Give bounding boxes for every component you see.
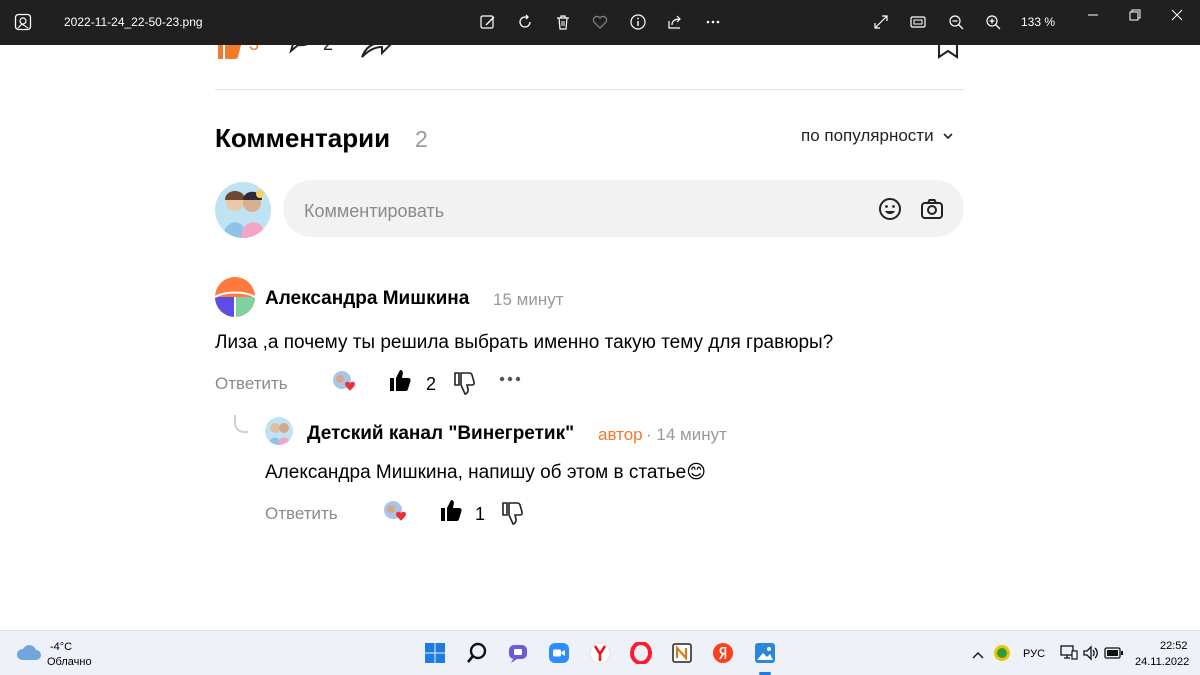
windows-start-icon[interactable] [422,640,448,666]
more-options-icon[interactable] [702,11,724,33]
post-actions-row: 3 2 [215,45,965,61]
weather-description[interactable]: Облачно [47,656,92,668]
photos-app-icon [14,13,32,31]
rotate-icon[interactable] [514,11,536,33]
language-indicator[interactable]: РУС [1023,648,1045,660]
sort-label: по популярности [801,126,934,145]
more-options-icon[interactable] [498,368,522,391]
author-liked-icon [332,370,356,394]
zoom-level[interactable]: 133 % [1021,15,1055,29]
taskbar: -4°C Облачно РУС 22:52 24.11.2022 [0,630,1200,675]
comment-time: · 14 минут [646,425,727,444]
comment-author[interactable]: Детский канал "Винегретик" [307,423,574,445]
clock-date[interactable]: 24.11.2022 [1135,656,1189,668]
comment-input[interactable]: Комментировать [283,180,964,237]
yandex-browser-icon[interactable] [587,640,613,666]
dislike-icon[interactable] [452,371,476,395]
chat-icon[interactable] [505,640,531,666]
emoji-icon[interactable] [877,196,903,222]
bookmark-icon[interactable] [933,45,963,61]
avatar[interactable] [265,417,293,445]
volume-icon[interactable] [1082,645,1100,666]
camera-icon[interactable] [919,196,945,222]
restore-icon[interactable] [1112,0,1158,30]
battery-icon[interactable] [1104,646,1124,665]
photos-app-icon[interactable] [752,640,778,666]
comment-bubble-icon[interactable] [287,45,317,59]
comment-input-placeholder: Комментировать [304,201,445,221]
zoom-out-icon[interactable] [945,11,967,33]
opera-icon[interactable] [628,640,654,666]
image-viewport: 3 2 Комментарии 2 по популярности Коммен… [0,45,1200,630]
dislike-icon[interactable] [500,501,524,525]
like-count: 1 [475,504,486,524]
reply-button[interactable]: Ответить [265,504,338,524]
avatar[interactable] [215,277,255,317]
comment-text: Александра Мишкина, напишу об этом в ста… [265,462,707,483]
favorite-heart-icon[interactable] [589,11,611,33]
chevron-up-icon[interactable] [972,647,984,665]
notion-icon[interactable] [669,640,695,666]
comments-title: Комментарии [215,123,391,153]
sort-dropdown[interactable]: по популярности [801,126,954,146]
reply-button[interactable]: Ответить [215,374,288,394]
author-liked-icon [383,500,407,524]
repost-icon[interactable] [360,45,392,61]
edit-image-icon[interactable] [477,11,499,33]
like-filled-icon[interactable] [439,499,463,523]
weather-temperature[interactable]: -4°C [50,641,72,653]
yandex-icon[interactable] [710,640,736,666]
comment-time: 15 минут [493,290,564,309]
zoom-in-icon[interactable] [982,11,1004,33]
section-divider [215,89,964,90]
file-name: 2022-11-24_22-50-23.png [64,15,203,29]
chevron-down-icon [943,133,953,140]
post-likes-count: 3 [249,45,259,55]
close-icon[interactable] [1154,0,1200,30]
share-icon[interactable] [664,11,686,33]
zoom-app-icon[interactable] [546,640,572,666]
like-filled-icon[interactable] [215,45,243,61]
expand-icon[interactable] [870,11,892,33]
comment-author[interactable]: Александра Мишкина [265,288,469,310]
comment-text: Лиза ,а почему ты решила выбрать именно … [215,332,834,353]
clock-time[interactable]: 22:52 [1160,640,1188,652]
tray-app-icon[interactable] [993,644,1011,667]
network-icon[interactable] [1060,645,1078,666]
title-bar: 2022-11-24_22-50-23.png 133 % [0,0,1200,45]
delete-icon[interactable] [552,11,574,33]
post-comments-count: 2 [323,45,333,55]
author-badge: автор [598,425,643,444]
info-icon[interactable] [627,11,649,33]
fit-to-window-icon[interactable] [907,11,929,33]
like-count: 2 [426,374,437,394]
search-icon[interactable] [464,640,490,666]
avatar [215,182,271,238]
minimize-icon[interactable] [1070,0,1116,30]
like-filled-icon[interactable] [388,369,412,393]
comments-count: 2 [415,126,428,152]
thread-connector [234,415,248,433]
cloud-icon[interactable] [16,642,42,667]
